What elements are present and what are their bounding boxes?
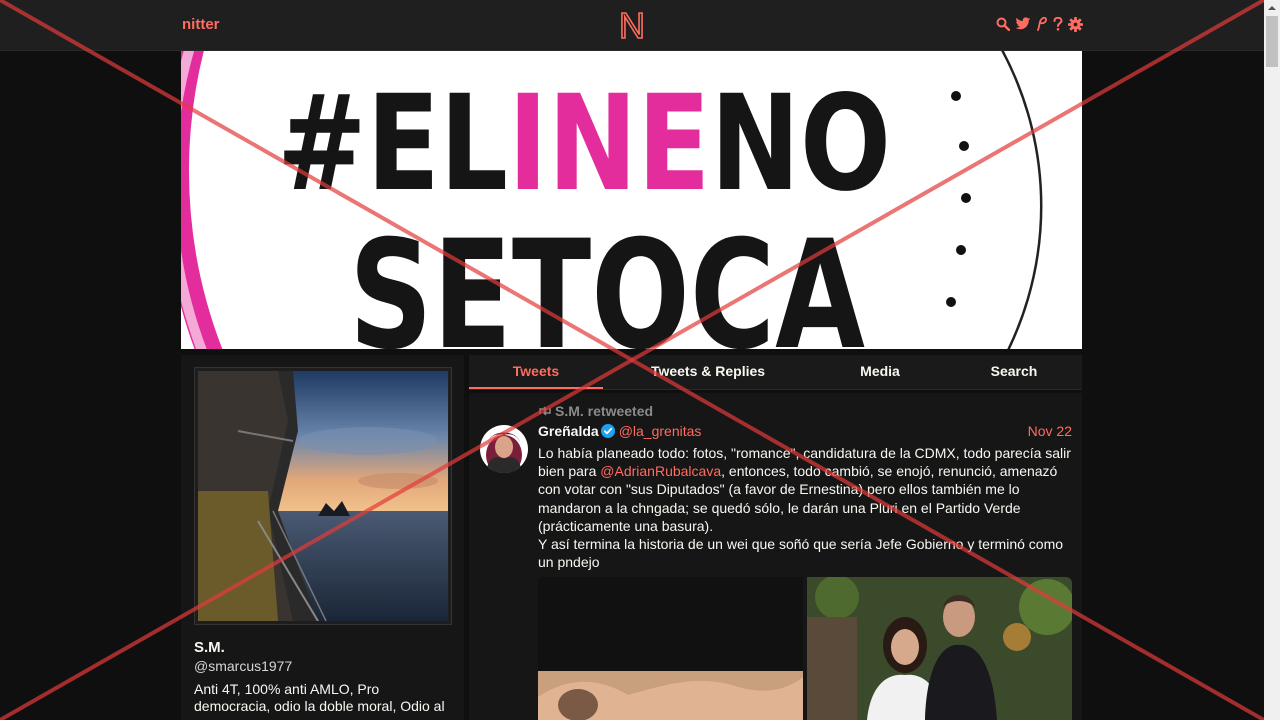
scroll-up-arrow-icon[interactable]	[1264, 0, 1280, 16]
navbar: nitter N	[0, 0, 1264, 51]
gear-icon[interactable]	[1068, 15, 1083, 33]
profile-bio: Anti 4T, 100% anti AMLO, Pro democracia,…	[194, 681, 445, 714]
help-icon[interactable]	[1053, 15, 1063, 33]
tweet-text-part2: , entonces, todo cambió, se enojó, renun…	[538, 463, 1064, 571]
tweet-header: Greñalda @la_grenitas Nov 22	[538, 423, 1072, 441]
tab-tweets[interactable]: Tweets	[469, 355, 603, 389]
timeline-tabs: Tweets Tweets & Replies Media Search	[469, 355, 1082, 390]
tweet-image-2[interactable]	[807, 577, 1072, 720]
tweet-gallery	[538, 577, 1072, 720]
nav-icons	[996, 15, 1083, 33]
verified-icon	[600, 424, 615, 441]
svg-text:SETOCA: SETOCA	[349, 209, 865, 349]
banner-graphic: #ELINENO SETOCA	[181, 51, 1082, 349]
tweet-username[interactable]: @la_grenitas	[619, 423, 702, 439]
tab-tweets-replies[interactable]: Tweets & Replies	[621, 355, 795, 389]
retweet-header: S.M. retweeted	[538, 403, 653, 419]
search-icon[interactable]	[996, 15, 1010, 33]
tab-search[interactable]: Search	[949, 355, 1079, 389]
tweet-avatar[interactable]	[480, 425, 528, 473]
tweet-content: Lo había planeado todo: fotos, "romance"…	[538, 444, 1074, 571]
nitter-logo-icon[interactable]: N	[618, 4, 646, 47]
timeline: S.M. retweeted Greñalda @la_grenitas Nov …	[469, 393, 1082, 720]
svg-text:N: N	[619, 9, 645, 41]
retweet-label[interactable]: S.M. retweeted	[555, 403, 653, 419]
retweet-icon	[538, 403, 552, 419]
tweet-date[interactable]: Nov 22	[1028, 423, 1072, 439]
scrollbar-thumb[interactable]	[1266, 16, 1278, 67]
tweet-fullname[interactable]: Greñalda	[538, 423, 599, 439]
profile-card: S.M. @smarcus1977 Anti 4T, 100% anti AML…	[181, 355, 464, 720]
page-scrollbar[interactable]	[1264, 0, 1280, 720]
tweet-image-1[interactable]	[538, 577, 803, 720]
twitter-bird-icon[interactable]	[1015, 15, 1031, 33]
nitter-brand-link[interactable]: nitter	[182, 16, 220, 33]
profile-banner[interactable]: #ELINENO SETOCA	[181, 51, 1082, 349]
tweet-mention-link[interactable]: @AdrianRubalcava	[600, 463, 721, 479]
rss-icon[interactable]	[1036, 15, 1048, 33]
svg-text:#ELINENO: #ELINENO	[277, 67, 891, 221]
profile-avatar[interactable]	[194, 367, 452, 625]
profile-username[interactable]: @smarcus1977	[194, 658, 292, 674]
avatar-image	[198, 371, 448, 621]
tab-media[interactable]: Media	[815, 355, 945, 389]
profile-fullname[interactable]: S.M.	[194, 639, 225, 656]
